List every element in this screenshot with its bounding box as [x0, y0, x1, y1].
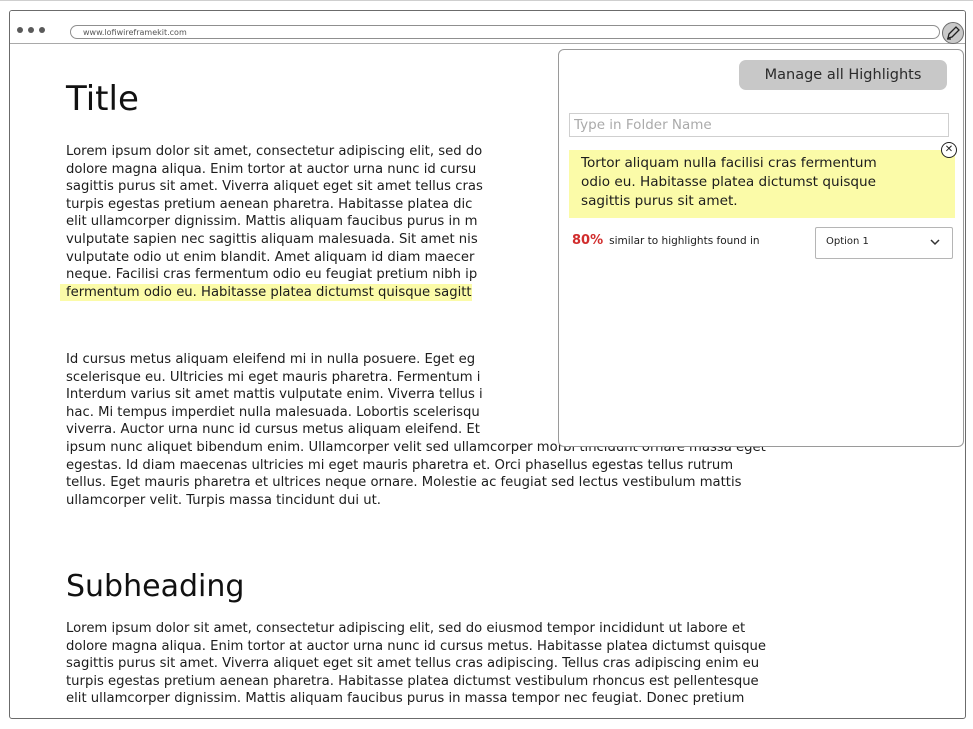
top-divider [0, 0, 973, 1]
highlight-line: Tortor aliquam nulla facilisi cras ferme… [581, 155, 877, 171]
chevron-down-icon [930, 236, 940, 249]
similarity-row: 80% similar to highlights found in [572, 233, 760, 249]
highlight-line: sagittis purus sit amet. [581, 193, 738, 209]
address-bar[interactable]: www.lofiwireframekit.com [70, 25, 940, 39]
page-title: Title [66, 79, 139, 119]
text-line: turpis egestas pretium aenean pharetra. … [66, 673, 759, 689]
similarity-percent: 80% [572, 233, 604, 248]
highlights-panel: Manage all Highlights Tortor aliquam nul… [558, 49, 964, 447]
text-line: ullamcorper velit. Turpis massa tincidun… [66, 492, 381, 508]
window-control-dot[interactable] [39, 27, 45, 33]
select-value: Option 1 [826, 236, 869, 247]
manage-highlights-button[interactable]: Manage all Highlights [739, 60, 947, 90]
text-line: egestas. Id diam maecenas ultricies mi e… [66, 457, 734, 473]
highlight-line: odio eu. Habitasse platea dictumst quisq… [581, 174, 877, 190]
window-control-dot[interactable] [28, 27, 34, 33]
highlighted-text[interactable]: fermentum odio eu. Habitasse platea dict… [60, 283, 472, 302]
text-line: tellus. Eget mauris pharetra et ultrices… [66, 475, 742, 491]
text-line: sagittis purus sit amet. Viverra aliquet… [66, 656, 760, 672]
option-select[interactable]: Option 1 [815, 227, 953, 259]
close-icon[interactable]: ✕ [941, 142, 957, 158]
folder-name-input[interactable] [569, 113, 949, 137]
text-line: dolore magna aliqua. Enim tortor at auct… [66, 638, 767, 654]
text-line: Lorem ipsum dolor sit amet, consectetur … [66, 621, 746, 636]
window-control-dot[interactable] [17, 27, 23, 33]
paragraph-3: Lorem ipsum dolor sit amet, consectetur … [66, 620, 926, 708]
subheading: Subheading [66, 569, 245, 604]
text-line: elit ullamcorper dignissim. Mattis aliqu… [66, 691, 745, 707]
similarity-label: similar to highlights found in [609, 235, 760, 247]
pen-icon[interactable] [942, 22, 964, 44]
highlight-card: Tortor aliquam nulla facilisi cras ferme… [569, 150, 955, 218]
browser-toolbar: www.lofiwireframekit.com [10, 11, 965, 44]
